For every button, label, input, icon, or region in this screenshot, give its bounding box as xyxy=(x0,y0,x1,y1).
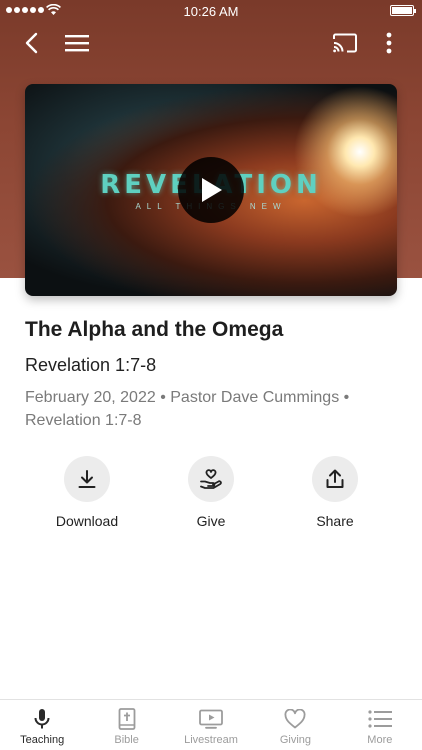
hamburger-menu-icon[interactable] xyxy=(64,31,90,55)
bottom-tab-bar: Teaching Bible Livestream Giving More xyxy=(0,699,422,750)
tab-label-giving: Giving xyxy=(279,734,312,746)
sermon-scripture-reference: Revelation 1:7-8 xyxy=(25,355,157,375)
download-icon xyxy=(78,470,96,488)
more-vertical-icon[interactable] xyxy=(380,31,398,55)
tab-label-teaching: Teaching xyxy=(20,734,65,746)
heart-icon xyxy=(284,709,306,729)
battery-icon xyxy=(390,5,416,16)
play-button[interactable] xyxy=(178,157,244,223)
list-icon xyxy=(368,710,392,728)
status-time: 10:26 AM xyxy=(183,4,239,19)
microphone-icon xyxy=(34,709,50,729)
tab-label-bible: Bible xyxy=(114,734,139,746)
cast-icon[interactable] xyxy=(331,31,359,55)
share-icon xyxy=(326,469,344,488)
tab-livestream[interactable]: Livestream xyxy=(169,700,253,750)
tab-more[interactable]: More xyxy=(338,700,422,750)
give-button[interactable]: Give xyxy=(161,456,261,529)
giving-hand-icon xyxy=(200,469,222,489)
tab-giving[interactable]: Giving xyxy=(253,700,337,750)
play-icon xyxy=(202,178,222,202)
tab-label-more: More xyxy=(367,734,393,746)
share-label: Share xyxy=(316,513,354,529)
tab-bible[interactable]: Bible xyxy=(84,700,168,750)
livestream-icon xyxy=(199,709,223,729)
download-button[interactable]: Download xyxy=(37,456,137,529)
back-arrow-icon[interactable] xyxy=(20,31,42,55)
share-button[interactable]: Share xyxy=(285,456,385,529)
download-label: Download xyxy=(55,513,119,529)
sermon-title: The Alpha and the Omega xyxy=(25,318,284,341)
status-bar: 10:26 AM xyxy=(0,0,422,22)
sermon-meta: February 20, 2022 • Pastor Dave Cummings… xyxy=(25,389,350,429)
sermon-video-thumbnail[interactable]: REVELATION ALL THINGS NEW xyxy=(25,84,397,296)
tab-label-livestream: Livestream xyxy=(184,734,238,746)
bible-icon xyxy=(118,708,136,730)
tab-teaching[interactable]: Teaching xyxy=(0,700,84,750)
give-label: Give xyxy=(196,513,226,529)
